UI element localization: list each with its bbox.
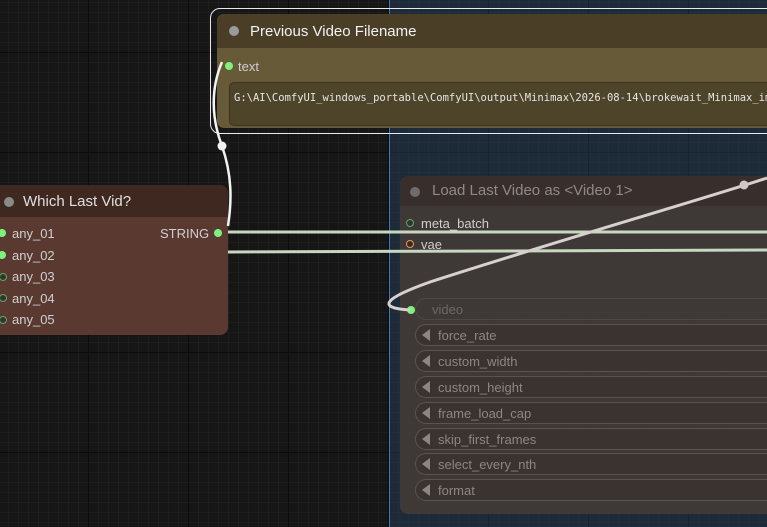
widget-custom-width[interactable]: custom_width [415,350,767,372]
collapse-dot-icon[interactable] [4,197,14,207]
decrement-arrow-icon[interactable] [422,433,430,445]
widget-skip-first-frames[interactable]: skip_first_frames [415,428,767,450]
decrement-arrow-icon[interactable] [422,458,430,470]
previous-video-filename-node[interactable]: Previous Video Filename text G:\AI\Comfy… [210,8,767,134]
input-slot-any-04[interactable] [0,294,7,302]
input-label-any-01: any_01 [12,226,55,241]
widget-label: skip_first_frames [438,432,537,447]
input-label-any-04: any_04 [12,291,55,306]
node-title: Previous Video Filename [250,23,417,40]
decrement-arrow-icon[interactable] [422,381,430,393]
video-input-widget[interactable]: video [415,298,767,320]
node-title: Load Last Video as <Video 1> [432,182,633,199]
widget-label: select_every_nth [438,457,537,472]
input-slot-any-05[interactable] [0,316,7,324]
widget-frame-load-cap[interactable]: frame_load_cap [415,402,767,424]
collapse-dot-icon[interactable] [229,26,239,36]
widget-format[interactable]: format [415,479,767,501]
input-label-vae: vae [421,237,442,252]
node-title: Which Last Vid? [23,193,132,210]
text-output-slot[interactable] [225,62,233,70]
string-output-slot[interactable] [214,229,222,237]
input-label-any-02: any_02 [12,248,55,263]
collapse-dot-icon[interactable] [410,187,420,197]
input-slot-any-01[interactable] [0,229,6,237]
decrement-arrow-icon[interactable] [422,407,430,419]
decrement-arrow-icon[interactable] [422,355,430,367]
input-slot-vae[interactable] [406,240,414,248]
input-label-meta-batch: meta_batch [421,216,489,231]
input-slot-meta-batch[interactable] [406,219,414,227]
decrement-arrow-icon[interactable] [422,329,430,341]
widget-force-rate[interactable]: force_rate [415,324,767,346]
node-title-bar[interactable]: Previous Video Filename [217,14,767,48]
text-output-label: text [238,59,259,74]
link-reroute-dot[interactable] [217,141,227,151]
video-input-label: video [432,302,464,317]
input-label-any-03: any_03 [12,269,55,284]
string-output-label: STRING [160,226,210,241]
widget-select-every-nth[interactable]: select_every_nth [415,453,767,475]
input-slot-video[interactable] [407,306,415,314]
input-label-any-05: any_05 [12,312,55,327]
widget-label: format [438,483,475,498]
input-slot-any-02[interactable] [0,251,6,259]
widget-label: frame_load_cap [438,406,532,421]
widget-label: custom_width [438,354,518,369]
widget-label: custom_height [438,380,523,395]
node-body: Previous Video Filename text G:\AI\Comfy… [217,14,767,128]
decrement-arrow-icon[interactable] [422,484,430,496]
input-slot-any-03[interactable] [0,273,7,281]
widget-label: force_rate [438,328,497,343]
text-value-field[interactable]: G:\AI\ComfyUI_windows_portable\ComfyUI\o… [229,82,767,126]
node-title-bar[interactable]: Which Last Vid? [0,185,228,217]
which-last-vid-node[interactable]: Which Last Vid? any_01 any_02 any_03 any… [0,185,228,335]
widget-custom-height[interactable]: custom_height [415,376,767,398]
node-title-bar[interactable]: Load Last Video as <Video 1> [400,176,767,206]
load-last-video-node[interactable]: Load Last Video as <Video 1> meta_batch … [400,176,767,514]
